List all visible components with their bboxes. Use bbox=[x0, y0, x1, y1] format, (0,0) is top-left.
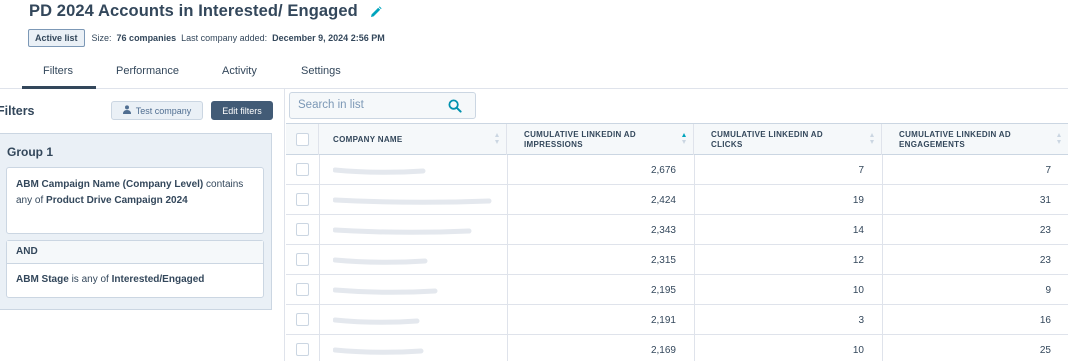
last-added-value: December 9, 2024 2:56 PM bbox=[272, 32, 385, 43]
row-checkbox[interactable] bbox=[296, 283, 309, 296]
impressions-cell: 2,315 bbox=[650, 255, 676, 266]
company-name-redacted[interactable] bbox=[333, 347, 425, 357]
engagements-cell: 31 bbox=[1039, 195, 1051, 206]
row-checkbox[interactable] bbox=[296, 223, 309, 236]
impressions-cell: 2,424 bbox=[650, 195, 676, 206]
clicks-cell: 3 bbox=[858, 315, 864, 326]
test-company-button[interactable]: Test company bbox=[111, 101, 203, 120]
clicks-cell: 14 bbox=[852, 225, 864, 236]
table-row[interactable]: 2,676 7 7 bbox=[286, 155, 1068, 185]
column-header-company-name[interactable]: COMPANY NAME bbox=[319, 124, 507, 155]
tab-settings[interactable]: Settings bbox=[301, 65, 341, 77]
condition-property: ABM Stage bbox=[16, 274, 69, 285]
row-checkbox[interactable] bbox=[296, 163, 309, 176]
company-name-redacted[interactable] bbox=[333, 287, 439, 297]
tab-filters[interactable]: Filters bbox=[43, 65, 73, 77]
group-title: Group 1 bbox=[7, 145, 54, 159]
select-all-checkbox[interactable] bbox=[296, 133, 309, 146]
size-value: 76 companies bbox=[116, 32, 177, 43]
page-header: PD 2024 Accounts in Interested/ Engaged bbox=[29, 0, 382, 22]
filters-heading: Filters bbox=[0, 104, 35, 118]
impressions-cell: 2,676 bbox=[650, 165, 676, 176]
edit-filters-button[interactable]: Edit filters bbox=[211, 101, 273, 120]
sort-ascending-icon[interactable] bbox=[682, 133, 687, 145]
person-icon bbox=[122, 105, 131, 116]
column-header-engagements[interactable]: CUMULATIVE LINKEDIN AD ENGAGEMENTS bbox=[882, 124, 1068, 155]
engagements-cell: 16 bbox=[1039, 315, 1051, 326]
engagements-cell: 23 bbox=[1039, 225, 1051, 236]
company-name-redacted[interactable] bbox=[333, 317, 421, 327]
header-checkbox-cell bbox=[286, 124, 319, 155]
row-checkbox[interactable] bbox=[296, 313, 309, 326]
row-checkbox[interactable] bbox=[296, 253, 309, 266]
status-badge: Active list bbox=[28, 28, 85, 47]
search-input[interactable]: Search in list bbox=[289, 92, 476, 119]
table-row[interactable]: 2,169 10 25 bbox=[286, 335, 1068, 361]
table-row[interactable]: 2,424 19 31 bbox=[286, 185, 1068, 215]
table-row[interactable]: 2,343 14 23 bbox=[286, 215, 1068, 245]
tab-activity[interactable]: Activity bbox=[222, 65, 257, 77]
column-header-label: CUMULATIVE LINKEDIN AD CLICKS bbox=[711, 129, 823, 149]
engagements-cell: 25 bbox=[1039, 345, 1051, 356]
size-label: Size: bbox=[91, 32, 112, 43]
and-label: AND bbox=[7, 241, 263, 264]
sort-icon[interactable] bbox=[870, 133, 875, 145]
column-header-label: COMPANY NAME bbox=[333, 134, 403, 144]
condition-property: ABM Campaign Name (Company Level) bbox=[16, 179, 204, 190]
page-title: PD 2024 Accounts in Interested/ Engaged bbox=[29, 1, 358, 20]
column-header-clicks[interactable]: CUMULATIVE LINKEDIN AD CLICKS bbox=[694, 124, 882, 155]
row-checkbox[interactable] bbox=[296, 343, 309, 356]
engagements-cell: 9 bbox=[1045, 285, 1051, 296]
row-checkbox[interactable] bbox=[296, 193, 309, 206]
filter-condition-2[interactable]: AND ABM Stage is any of Interested/Engag… bbox=[6, 240, 264, 298]
clicks-cell: 12 bbox=[852, 255, 864, 266]
list-meta: Active list Size: 76 companies Last comp… bbox=[28, 28, 385, 47]
tab-bar: Filters Performance Activity Settings bbox=[0, 56, 1068, 89]
company-name-redacted[interactable] bbox=[333, 257, 429, 267]
condition-value: Interested/Engaged bbox=[111, 274, 205, 285]
impressions-cell: 2,343 bbox=[650, 225, 676, 236]
clicks-cell: 7 bbox=[858, 165, 864, 176]
clicks-cell: 10 bbox=[852, 345, 864, 356]
column-header-label: CUMULATIVE LINKEDIN AD IMPRESSIONS bbox=[524, 129, 636, 149]
company-name-redacted[interactable] bbox=[333, 197, 493, 207]
engagements-cell: 23 bbox=[1039, 255, 1051, 266]
engagements-cell: 7 bbox=[1045, 165, 1051, 176]
table-row[interactable]: 2,191 3 16 bbox=[286, 305, 1068, 335]
impressions-cell: 2,169 bbox=[650, 345, 676, 356]
last-added-label: Last company added: bbox=[181, 32, 268, 43]
search-icon[interactable] bbox=[448, 99, 462, 113]
clicks-cell: 10 bbox=[852, 285, 864, 296]
impressions-cell: 2,191 bbox=[650, 315, 676, 326]
condition-value: Product Drive Campaign 2024 bbox=[46, 195, 188, 206]
sort-icon[interactable] bbox=[1057, 133, 1062, 145]
column-header-impressions[interactable]: CUMULATIVE LINKEDIN AD IMPRESSIONS bbox=[507, 124, 694, 155]
filter-group: Group 1 ABM Campaign Name (Company Level… bbox=[0, 133, 272, 310]
table-header: COMPANY NAME CUMULATIVE LINKEDIN AD IMPR… bbox=[286, 123, 1068, 155]
impressions-cell: 2,195 bbox=[650, 285, 676, 296]
test-company-label: Test company bbox=[135, 105, 192, 116]
condition-operator: is any of bbox=[71, 274, 109, 285]
table-row[interactable]: 2,315 12 23 bbox=[286, 245, 1068, 275]
pencil-icon[interactable] bbox=[370, 5, 382, 17]
company-name-redacted[interactable] bbox=[333, 227, 473, 237]
table-row[interactable]: 2,195 10 9 bbox=[286, 275, 1068, 305]
company-name-redacted[interactable] bbox=[333, 167, 427, 177]
column-header-label: CUMULATIVE LINKEDIN AD ENGAGEMENTS bbox=[899, 129, 1011, 149]
search-placeholder: Search in list bbox=[298, 99, 364, 111]
filters-panel: Filters Test company Edit filters Group … bbox=[0, 89, 285, 361]
filter-condition-1[interactable]: ABM Campaign Name (Company Level) contai… bbox=[6, 167, 264, 234]
tab-performance[interactable]: Performance bbox=[116, 65, 179, 77]
sort-icon[interactable] bbox=[495, 133, 500, 145]
clicks-cell: 19 bbox=[852, 195, 864, 206]
condition-text: ABM Stage is any of Interested/Engaged bbox=[16, 274, 204, 285]
